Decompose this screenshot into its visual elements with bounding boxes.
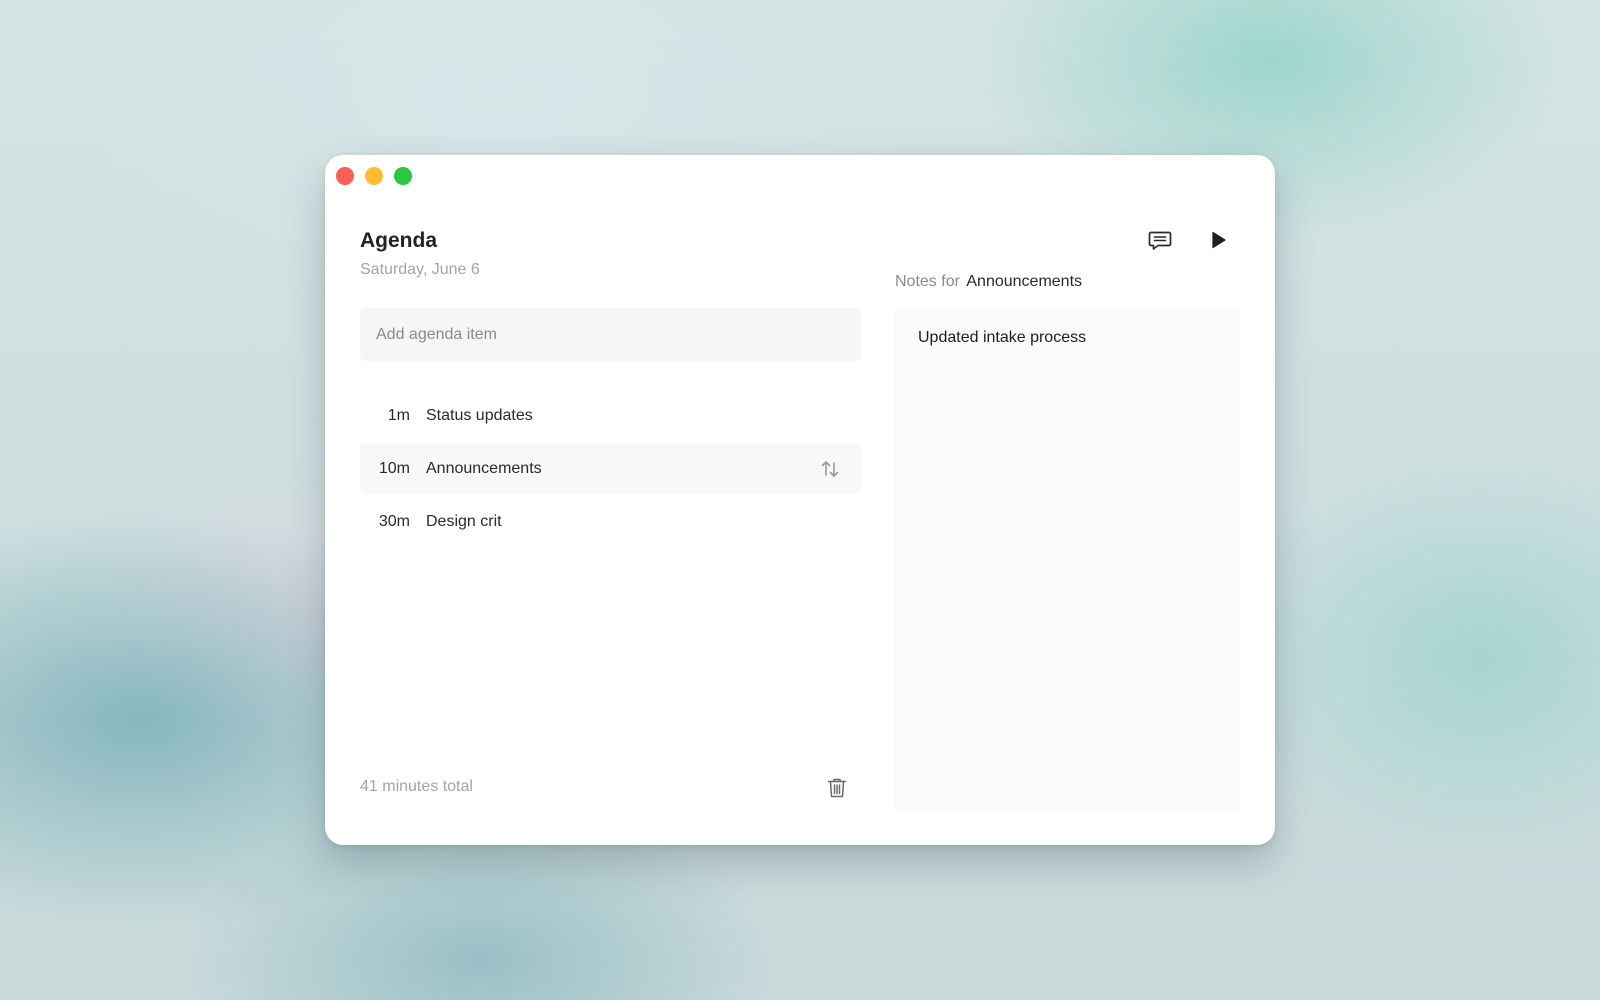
start-meeting-button[interactable] — [1204, 226, 1232, 254]
app-window: Agenda Saturday, June 6 1m Status update… — [325, 155, 1275, 845]
agenda-item-duration: 1m — [387, 406, 410, 424]
agenda-item-status-updates[interactable]: 1m Status updates — [360, 390, 861, 441]
add-agenda-item-input[interactable] — [360, 308, 861, 361]
minimize-window-button[interactable] — [365, 167, 383, 185]
agenda-item-design-crit[interactable]: 30m Design crit — [360, 496, 861, 547]
notes-heading-prefix: Notes for — [895, 273, 960, 290]
agenda-item-announcements[interactable]: 10m Announcements — [360, 443, 861, 494]
page-date: Saturday, June 6 — [360, 261, 480, 278]
trash-icon — [827, 778, 847, 798]
notes-toggle-button[interactable] — [1146, 226, 1174, 254]
agenda-item-title: Status updates — [426, 406, 533, 424]
reorder-arrows-icon[interactable] — [819, 458, 841, 480]
speech-bubble-icon — [1148, 231, 1172, 250]
total-duration: 41 minutes total — [360, 778, 473, 795]
window-controls — [336, 167, 412, 185]
agenda-item-title: Design crit — [426, 512, 502, 530]
notes-heading: Notes for Announcements — [895, 273, 1082, 291]
maximize-window-button[interactable] — [394, 167, 412, 185]
page-title: Agenda — [360, 229, 438, 252]
agenda-list: 1m Status updates 10m Announcements 30m … — [360, 390, 861, 549]
close-window-button[interactable] — [336, 167, 354, 185]
notes-editor[interactable]: Updated intake process — [895, 308, 1240, 812]
play-icon — [1212, 231, 1226, 249]
notes-content[interactable]: Updated intake process — [918, 329, 1217, 347]
agenda-item-duration: 10m — [378, 459, 410, 477]
agenda-item-title: Announcements — [426, 459, 542, 477]
agenda-item-duration: 30m — [378, 512, 410, 530]
delete-agenda-button[interactable] — [825, 776, 849, 800]
notes-heading-item: Announcements — [966, 273, 1083, 290]
